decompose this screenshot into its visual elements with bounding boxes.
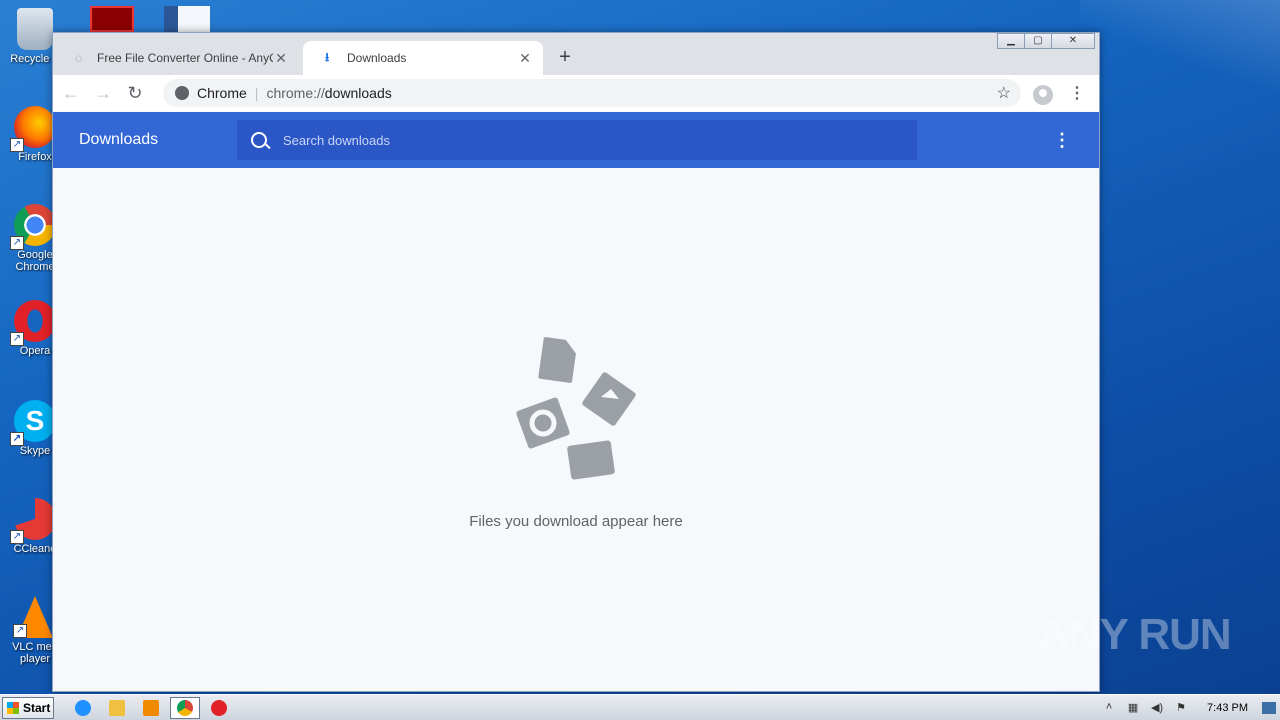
acrobat-icon[interactable] [90,6,134,32]
word-icon[interactable] [164,6,210,32]
window-controls: ▁ ▢ ✕ [997,33,1095,49]
bookmark-star-icon[interactable]: ☆ [997,83,1011,103]
shortcut-arrow-icon: ↗ [10,236,24,250]
taskbar-chrome[interactable] [170,696,200,719]
opera-icon: ↗ [10,300,56,346]
tray-expand-icon[interactable]: ˄ [1101,701,1117,715]
action-center-flag-icon[interactable]: ⚑ [1173,701,1189,715]
loading-spinner-icon: ◌ [75,51,83,65]
internet-explorer-icon [75,699,91,716]
download-icon: ⭳ [325,49,330,64]
chrome-window: ◌ Free File Converter Online - AnyCon ✕ … [52,32,1100,692]
chrome-icon [177,699,193,716]
taskbar-explorer[interactable] [102,697,132,719]
scheme-label: Chrome [197,85,247,101]
shortcut-arrow-icon: ↗ [10,432,24,446]
network-icon[interactable]: ▦ [1125,701,1141,715]
back-button[interactable]: ← [57,79,85,107]
downloads-header: Downloads Search downloads ⋮ [53,112,1099,168]
empty-state-message: Files you download appear here [469,513,683,530]
shortcut-arrow-icon: ↗ [13,624,27,638]
recycle-bin-icon [17,8,53,50]
chrome-site-icon [175,86,189,100]
chrome-icon: ↗ [10,204,56,250]
shortcut-arrow-icon: ↗ [10,138,24,152]
start-label: Start [23,700,51,715]
tab-title: Downloads [347,51,407,65]
show-desktop-icon[interactable] [1262,702,1276,714]
close-window-button[interactable]: ✕ [1051,33,1095,49]
folder-icon [109,699,125,716]
profile-avatar-icon[interactable] [1033,85,1053,105]
ccleaner-icon: ↗ [10,498,56,544]
start-button[interactable]: Start [2,696,54,719]
taskbar-ie[interactable] [68,697,98,719]
volume-icon[interactable]: ◀) [1149,701,1165,715]
search-placeholder: Search downloads [283,132,390,148]
page-title: Downloads [79,131,159,148]
windows-logo-icon [7,701,19,714]
tab-title: Free File Converter Online - AnyCon [97,51,273,65]
tab-downloads[interactable]: ⭳ Downloads ✕ [303,41,543,75]
search-downloads-input[interactable]: Search downloads [237,120,917,160]
desktop-glare [1080,0,1280,90]
minimize-button[interactable]: ▁ [997,33,1025,49]
reload-button[interactable]: ↻ [121,79,149,107]
url-prefix: chrome:// [266,85,325,101]
video-icon [567,440,615,480]
firefox-icon: ↗ [10,106,56,152]
close-tab-icon[interactable]: ✕ [517,50,533,67]
downloads-more-actions-icon[interactable]: ⋮ [1053,130,1071,151]
tab-file-converter[interactable]: ◌ Free File Converter Online - AnyCon ✕ [53,41,299,75]
close-tab-icon[interactable]: ✕ [273,50,289,67]
image-icon [582,372,636,426]
clock[interactable]: 7:43 PM [1207,702,1248,714]
anyrun-watermark: ANY RUN [1038,610,1232,659]
empty-downloads-illustration [516,337,636,480]
maximize-button[interactable]: ▢ [1024,33,1052,49]
new-tab-button[interactable]: + [553,46,577,70]
taskbar: Start ˄ ▦ ◀) ⚑ 7:43 PM [0,694,1280,720]
forward-button[interactable]: → [89,79,117,107]
system-tray: ˄ ▦ ◀) ⚑ 7:43 PM [1097,695,1280,720]
tab-strip: ◌ Free File Converter Online - AnyCon ✕ … [53,33,1099,75]
browser-toolbar: ← → ↻ Chrome | chrome://downloads ☆ ⋮ [53,75,1099,111]
url-path: downloads [324,85,392,101]
taskbar-opera[interactable] [204,697,234,719]
opera-icon [211,699,227,716]
media-player-icon [143,699,159,716]
shortcut-arrow-icon: ↗ [10,332,24,346]
shortcut-arrow-icon: ↗ [10,530,24,544]
address-bar[interactable]: Chrome | chrome://downloads ☆ [163,79,1021,107]
taskbar-media-player[interactable] [136,697,166,719]
search-icon [251,132,267,148]
skype-icon: S ↗ [10,400,56,446]
document-icon [538,337,576,383]
vlc-icon: ↗ [13,596,53,638]
chrome-menu-icon[interactable]: ⋮ [1069,83,1085,103]
audio-icon [516,397,570,449]
omnibox-separator: | [254,85,259,101]
